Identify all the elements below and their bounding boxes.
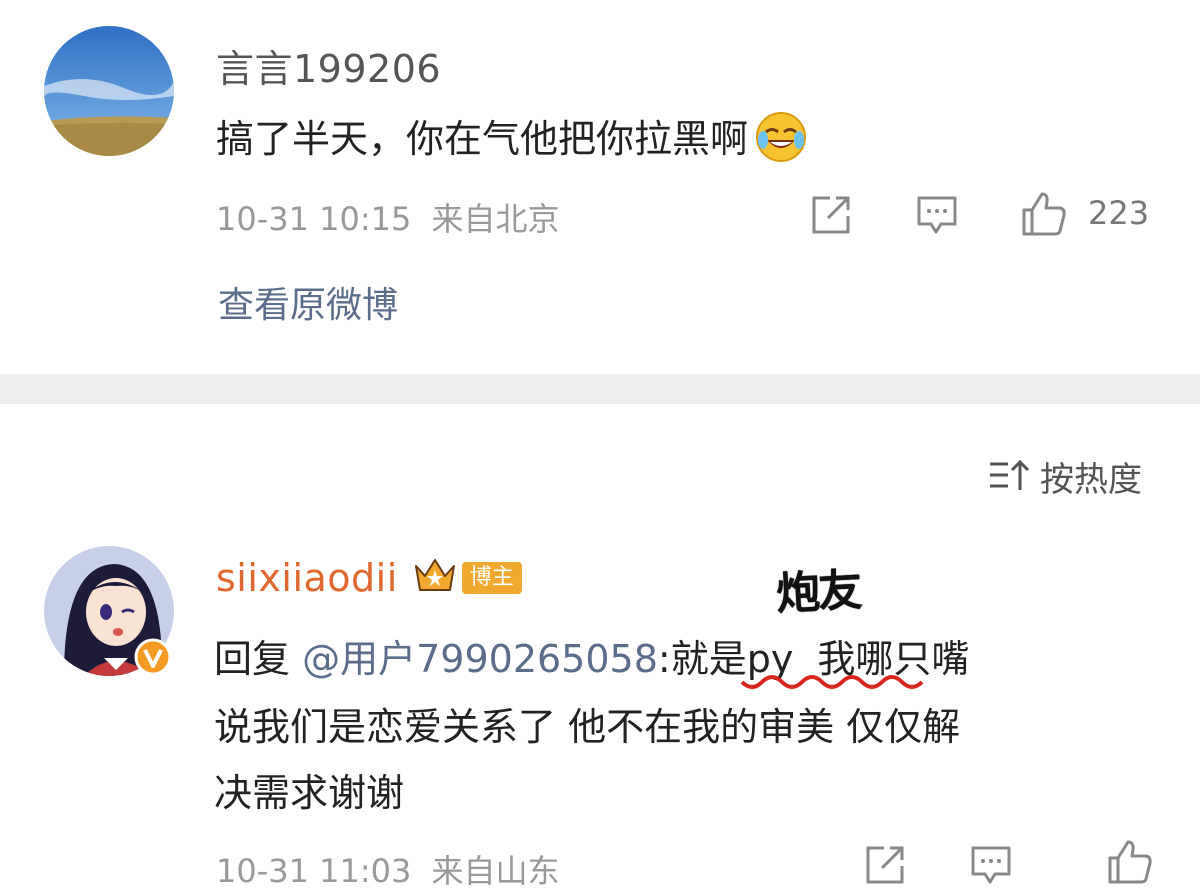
- blogger-badge: 博主: [461, 562, 522, 594]
- username-row: siixiiaodii 博主: [216, 556, 522, 600]
- comment-icon[interactable]: [968, 842, 1014, 888]
- location: 来自北京: [431, 200, 560, 238]
- comment-text: 搞了半天，你在气他把你拉黑啊: [216, 108, 808, 173]
- comment-timestamp: 10-31 10:15 来自北京: [216, 194, 560, 240]
- share-icon[interactable]: [808, 192, 854, 238]
- handwritten-annotation: 炮友: [774, 564, 862, 621]
- verified-badge-icon: [134, 638, 172, 676]
- username[interactable]: siixiiaodii: [216, 556, 398, 600]
- sort-by-hot-button[interactable]: 按热度: [988, 452, 1142, 501]
- crown-icon: [412, 556, 458, 600]
- reply-line-3: 决需求谢谢: [214, 771, 405, 815]
- avatar-image: [44, 26, 174, 156]
- username[interactable]: 言言199206: [216, 38, 441, 93]
- like-icon[interactable]: [1020, 190, 1066, 236]
- reply-prefix: 回复: [214, 637, 291, 681]
- mention-link[interactable]: @用户7990265058: [302, 637, 658, 681]
- sort-label: 按热度: [1040, 460, 1142, 500]
- share-icon[interactable]: [862, 842, 908, 888]
- comment-timestamp: 10-31 11:03 来自山东: [216, 846, 560, 892]
- laughing-crying-emoji-icon: [754, 110, 808, 173]
- like-count: 223: [1088, 194, 1150, 232]
- red-underline-annotation: [740, 674, 940, 698]
- sort-icon: [988, 458, 1030, 496]
- time: 10-31 10:15: [216, 200, 412, 238]
- view-original-weibo-link[interactable]: 查看原微博: [218, 276, 398, 328]
- avatar[interactable]: [44, 26, 174, 156]
- location: 来自山东: [431, 852, 560, 890]
- section-divider: [0, 374, 1200, 404]
- reply-line-2: 说我们是恋爱关系了 他不在我的审美 仅仅解: [214, 705, 961, 749]
- comment-text-content: 搞了半天，你在气他把你拉黑啊: [216, 117, 749, 161]
- time: 10-31 11:03: [216, 852, 412, 890]
- comment-icon[interactable]: [914, 192, 960, 238]
- like-icon[interactable]: [1106, 838, 1152, 884]
